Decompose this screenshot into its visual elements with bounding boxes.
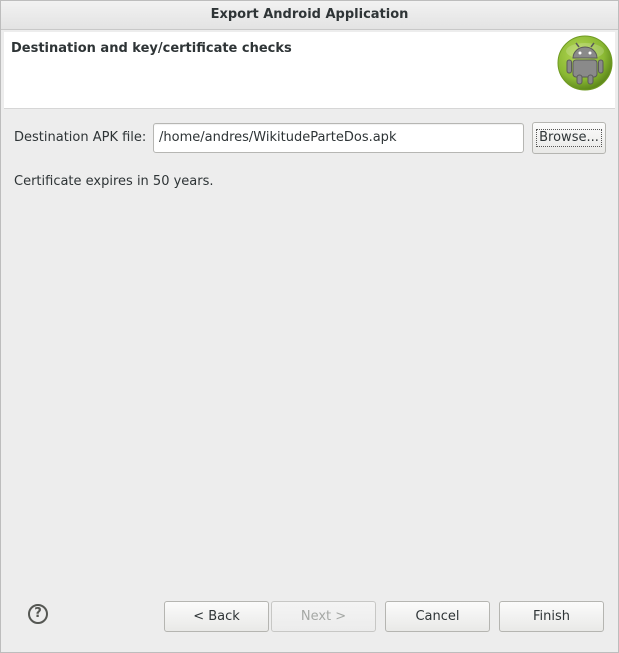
wizard-banner: Destination and key/certificate checks <box>4 32 615 109</box>
destination-apk-input[interactable]: /home/andres/WikitudeParteDos.apk <box>153 123 524 153</box>
back-button[interactable]: < Back <box>164 601 269 632</box>
android-logo-icon <box>557 35 613 91</box>
page-title: Destination and key/certificate checks <box>11 41 292 56</box>
certificate-status-message: Certificate expires in 50 years. <box>14 174 214 189</box>
destination-label: Destination APK file: <box>14 130 147 145</box>
dialog-title: Export Android Application <box>1 1 618 30</box>
finish-button[interactable]: Finish <box>499 601 604 632</box>
help-icon[interactable]: ? <box>28 604 48 624</box>
browse-button-label: Browse... <box>536 129 602 147</box>
next-button[interactable]: Next > <box>271 601 376 632</box>
export-dialog: Export Android Application Destination a… <box>0 0 619 653</box>
browse-button[interactable]: Browse... <box>532 122 606 154</box>
cancel-button[interactable]: Cancel <box>385 601 490 632</box>
